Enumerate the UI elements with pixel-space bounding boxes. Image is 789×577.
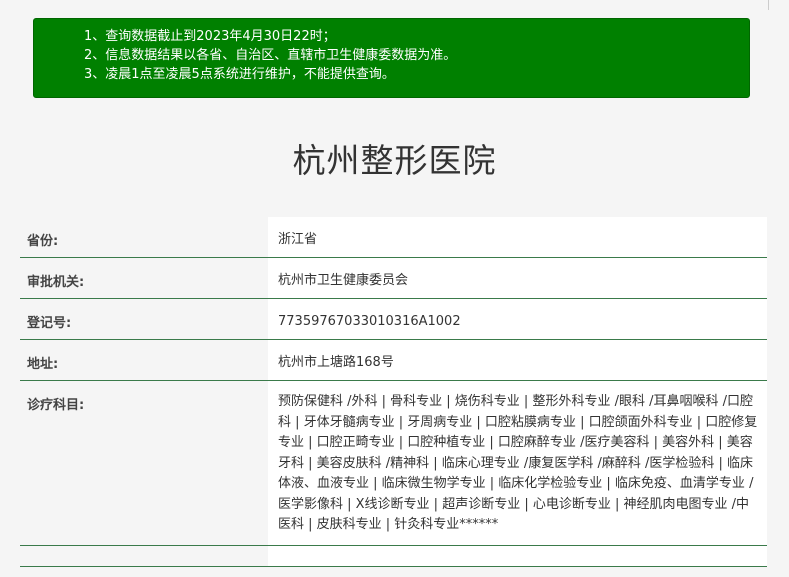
info-row-next — [20, 546, 767, 567]
departments-value: 预防保健科 /外科 | 骨科专业 | 烧伤科专业 | 整形外科专业 /眼科 /耳… — [268, 381, 767, 545]
departments-label: 诊疗科目: — [20, 381, 268, 545]
address-label: 地址: — [20, 340, 268, 380]
province-value: 浙江省 — [268, 217, 767, 257]
info-row-registration: 登记号: 77359767033010316A1002 — [20, 299, 767, 340]
notice-line-1: 1、查询数据截止到2023年4月30日22时； — [84, 29, 336, 44]
authority-value: 杭州市卫生健康委员会 — [268, 258, 767, 298]
top-divider — [768, 0, 769, 10]
notice-banner: 1、查询数据截止到2023年4月30日22时； 2、信息数据结果以各省、自治区、… — [33, 18, 750, 98]
registration-label: 登记号: — [20, 299, 268, 339]
authority-label: 审批机关: — [20, 258, 268, 298]
next-row-value — [268, 546, 767, 566]
province-label: 省份: — [20, 217, 268, 257]
hospital-info-table: 省份: 浙江省 审批机关: 杭州市卫生健康委员会 登记号: 7735976703… — [20, 217, 767, 567]
address-value: 杭州市上塘路168号 — [268, 340, 767, 380]
info-row-departments: 诊疗科目: 预防保健科 /外科 | 骨科专业 | 烧伤科专业 | 整形外科专业 … — [20, 381, 767, 546]
page-title: 杭州整形医院 — [292, 141, 497, 180]
registration-value: 77359767033010316A1002 — [268, 299, 767, 339]
notice-line-2: 2、信息数据结果以各省、自治区、直辖市卫生健康委数据为准。 — [84, 48, 457, 63]
info-row-province: 省份: 浙江省 — [20, 217, 767, 258]
next-row-label — [20, 546, 268, 566]
notice-line-3: 3、凌晨1点至凌晨5点系统进行维护，不能提供查询。 — [84, 67, 395, 82]
info-row-authority: 审批机关: 杭州市卫生健康委员会 — [20, 258, 767, 299]
info-row-address: 地址: 杭州市上塘路168号 — [20, 340, 767, 381]
